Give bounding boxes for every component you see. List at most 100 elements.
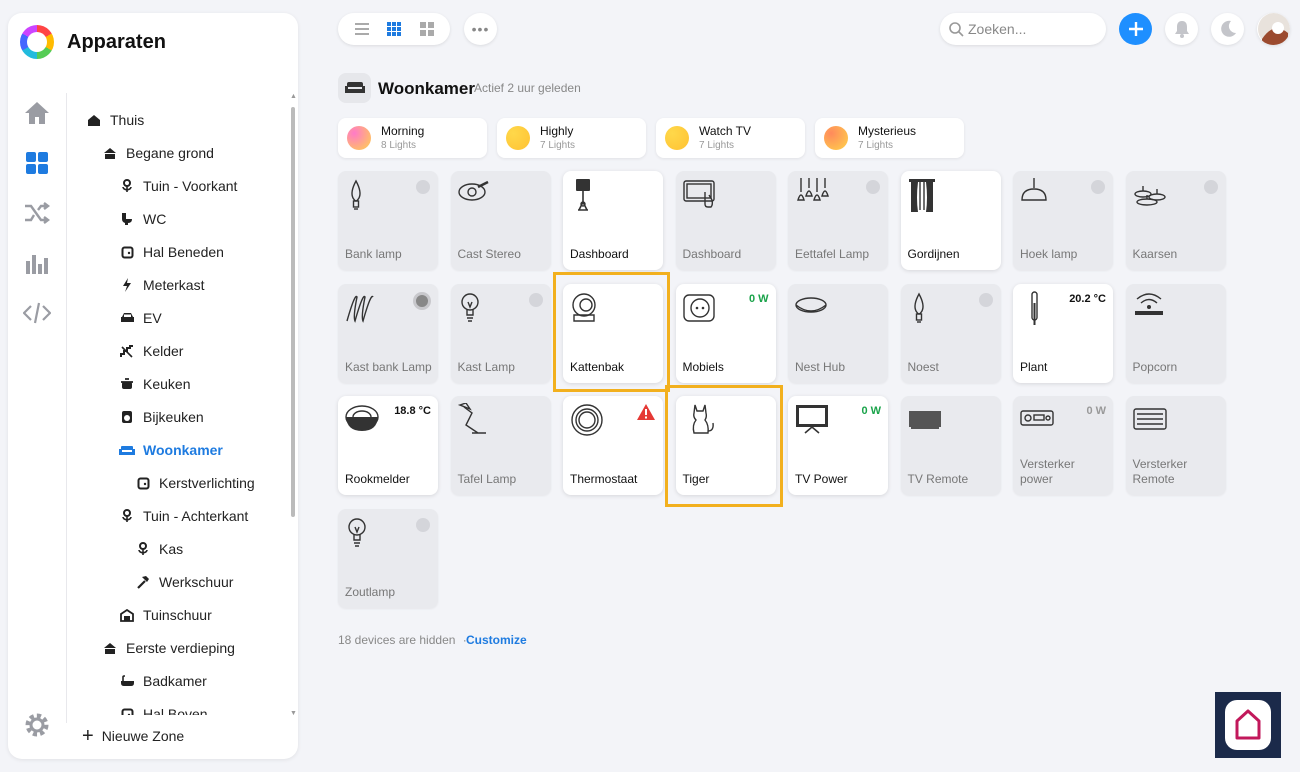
- scene-color-icon: [347, 126, 371, 150]
- device-name: Kattenbak: [570, 359, 625, 374]
- customize-link[interactable]: Customize: [466, 633, 527, 647]
- tree-item[interactable]: Hal Boven: [119, 703, 208, 715]
- device-name: Nest Hub: [795, 359, 846, 374]
- device-tile[interactable]: Kast bank Lamp: [338, 283, 438, 383]
- add-zone-button[interactable]: + Nieuwe Zone: [82, 726, 184, 746]
- tree-scrollbar[interactable]: [291, 107, 295, 517]
- device-tile[interactable]: Plant 20.2 °C: [1013, 283, 1113, 383]
- warning-icon: [637, 404, 655, 420]
- add-button[interactable]: [1119, 13, 1152, 45]
- scroll-up-arrow-icon[interactable]: ▲: [290, 93, 297, 100]
- device-toggle[interactable]: [1203, 180, 1218, 194]
- device-tile[interactable]: Cast Stereo: [450, 171, 551, 270]
- thermometer-icon: [1020, 290, 1054, 327]
- scene-light-count: 7 Lights: [858, 140, 894, 151]
- device-toggle[interactable]: [413, 291, 431, 310]
- device-tile[interactable]: Kast Lamp: [450, 283, 551, 383]
- device-tile[interactable]: Rookmelder 18.8 °C: [338, 396, 438, 495]
- more-options-button[interactable]: •••: [464, 13, 497, 45]
- user-avatar[interactable]: [1257, 13, 1290, 45]
- device-name: Cast Stereo: [457, 247, 521, 261]
- small-grid-view-icon[interactable]: [386, 21, 402, 37]
- device-toggle[interactable]: [416, 180, 430, 194]
- sidebar: Apparaten Thuis Begane grond Tuin - Voorka…: [8, 13, 298, 759]
- moon-icon: [1220, 20, 1236, 37]
- tree-item[interactable]: Kelder: [119, 340, 183, 362]
- device-toggle[interactable]: [1091, 180, 1105, 194]
- search-box: [940, 13, 1106, 45]
- device-value: 18.8 °C: [394, 405, 431, 417]
- device-toggle[interactable]: [866, 180, 880, 194]
- device-tile[interactable]: Mobiels 0 W: [675, 283, 776, 383]
- device-name: Tafel Lamp: [457, 472, 517, 486]
- scene-card[interactable]: Morning 8 Lights: [338, 118, 487, 158]
- tree-item[interactable]: Eerste verdieping: [102, 637, 235, 659]
- tree-item[interactable]: Woonkamer: [119, 439, 223, 461]
- tree-item[interactable]: Badkamer: [119, 670, 207, 692]
- device-name: Versterker Remote: [1132, 457, 1188, 486]
- scene-light-count: 7 Lights: [540, 140, 576, 151]
- device-tile[interactable]: Dashboard: [675, 171, 776, 270]
- device-name: Versterker power: [1020, 457, 1075, 486]
- scroll-down-arrow-icon[interactable]: ▼: [290, 710, 297, 717]
- notifications-button[interactable]: [1165, 13, 1198, 45]
- receiver-icon: [1132, 403, 1167, 439]
- device-tile[interactable]: Kattenbak: [563, 283, 663, 383]
- device-tile[interactable]: Thermostaat: [563, 396, 663, 495]
- device-tile[interactable]: Nest Hub: [788, 283, 888, 383]
- device-tile[interactable]: Kaarsen: [1125, 171, 1226, 270]
- settings-gear-icon[interactable]: [23, 711, 51, 739]
- tree-item[interactable]: Tuinschuur: [119, 604, 212, 626]
- tree-item[interactable]: Thuis: [86, 109, 144, 131]
- search-input[interactable]: [968, 21, 1098, 37]
- device-tile[interactable]: Bank lamp: [338, 171, 438, 270]
- device-tile[interactable]: TV Power 0 W: [788, 396, 888, 495]
- homey-logo: [1215, 692, 1281, 758]
- scene-card[interactable]: Watch TV 7 Lights: [656, 118, 805, 158]
- curtains-icon: [908, 178, 942, 214]
- device-tile[interactable]: Dashboard: [563, 171, 663, 270]
- device-tile[interactable]: TV Remote: [900, 396, 1001, 495]
- tree-item[interactable]: Werkschuur: [135, 571, 233, 593]
- tree-item[interactable]: Bijkeuken: [119, 406, 204, 428]
- device-tile[interactable]: Gordijnen: [900, 171, 1001, 270]
- tree-item-label: Kerstverlichting: [159, 475, 255, 491]
- list-view-icon[interactable]: [354, 21, 370, 37]
- device-tile[interactable]: Tafel Lamp: [450, 396, 551, 495]
- door-icon: [135, 475, 151, 491]
- device-tile[interactable]: Eettafel Lamp: [788, 171, 888, 270]
- tree-item[interactable]: Hal Beneden: [119, 241, 224, 263]
- device-tile[interactable]: Versterker power 0 W: [1013, 396, 1113, 495]
- device-tile[interactable]: Tiger: [675, 396, 776, 495]
- tree-item[interactable]: Meterkast: [119, 274, 204, 296]
- tree-item[interactable]: Tuin - Voorkant: [119, 175, 237, 197]
- plus-icon: +: [82, 725, 94, 747]
- tree-item[interactable]: Kas: [135, 538, 183, 560]
- device-toggle[interactable]: [416, 517, 430, 532]
- device-tile[interactable]: Zoutlamp: [338, 508, 438, 608]
- scene-card[interactable]: Mysterieus 7 Lights: [815, 118, 964, 158]
- large-grid-view-icon[interactable]: [419, 21, 435, 37]
- device-name: Eettafel Lamp: [795, 247, 870, 261]
- device-tile[interactable]: Versterker Remote: [1125, 396, 1226, 495]
- dark-mode-button[interactable]: [1211, 13, 1244, 45]
- device-name: Rookmelder: [345, 472, 410, 486]
- device-toggle[interactable]: [528, 292, 543, 307]
- device-toggle[interactable]: [978, 292, 993, 307]
- door-icon: [119, 244, 135, 260]
- device-name: Plant: [1020, 359, 1048, 374]
- tree-item[interactable]: Tuin - Achterkant: [119, 505, 248, 527]
- tree-item[interactable]: EV: [119, 307, 162, 329]
- tree-item[interactable]: Begane grond: [102, 142, 214, 164]
- tree-item-label: Kas: [159, 541, 184, 557]
- device-tile[interactable]: Popcorn: [1125, 283, 1226, 383]
- tree-item[interactable]: Kerstverlichting: [135, 472, 255, 494]
- tree-item[interactable]: Keuken: [119, 373, 190, 395]
- device-tile[interactable]: Hoek lamp: [1013, 171, 1113, 270]
- tree-item-label: Begane grond: [126, 145, 214, 161]
- device-tile[interactable]: Noest: [900, 283, 1001, 383]
- plus-icon: [1128, 22, 1143, 36]
- tree-item[interactable]: WC: [119, 208, 166, 230]
- scene-card[interactable]: Highly 7 Lights: [497, 118, 646, 158]
- ceiling-lamp-icon: [1020, 178, 1054, 214]
